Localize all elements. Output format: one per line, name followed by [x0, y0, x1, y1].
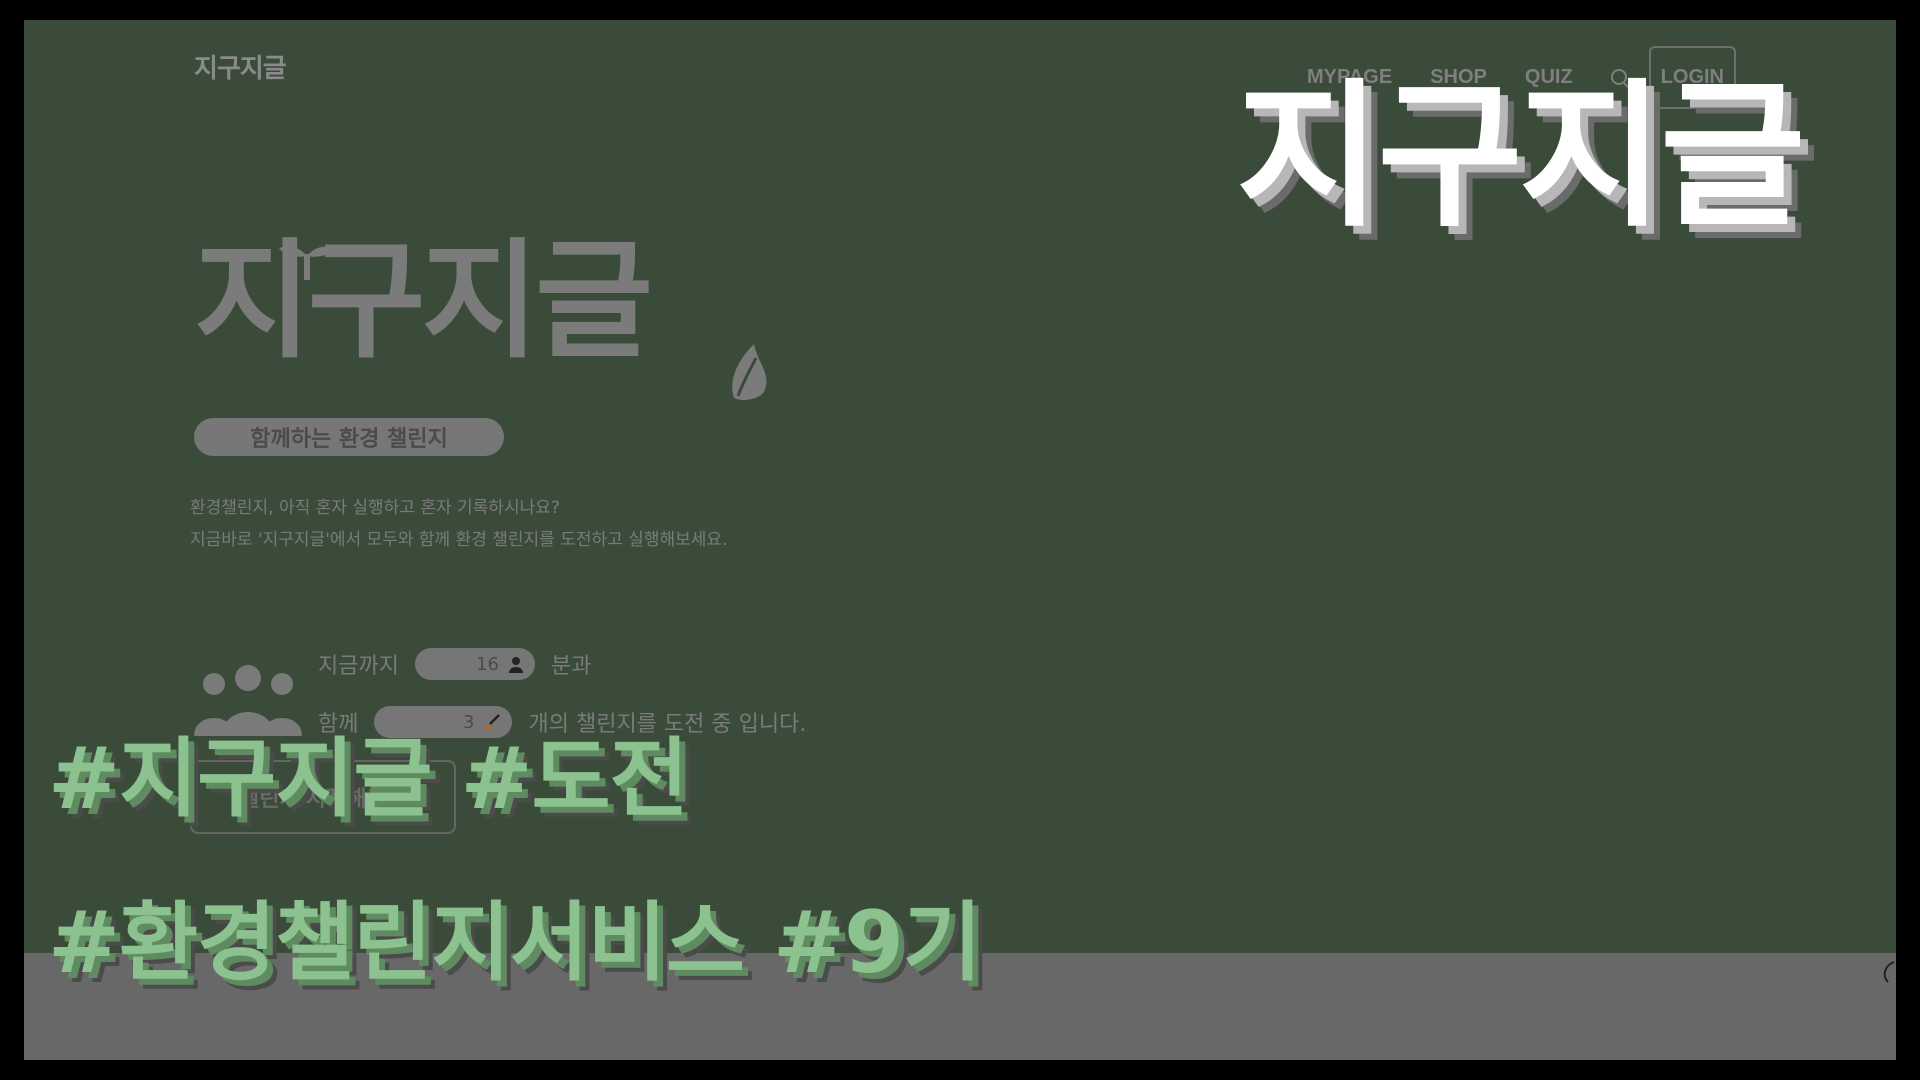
participant-count-pill: 16: [414, 648, 535, 680]
people-icon: [194, 665, 302, 736]
stat-suffix: 분과: [550, 654, 592, 679]
hero-title: 지구지글: [194, 227, 653, 376]
hero-subtitle: 함께하는 환경 챌린지: [194, 418, 504, 456]
description-line-1: 환경챌린지, 아직 혼자 실행하고 혼자 기록하시나요?: [190, 498, 560, 518]
participant-count: 16: [476, 653, 499, 675]
hashtag-line-2: #환경챌린지서비스 #9기: [48, 893, 982, 993]
leaf-icon: [732, 344, 767, 400]
stat-row-participants: 지금까지 16 분과: [318, 648, 591, 680]
nav-logo[interactable]: 지구지글: [194, 48, 287, 85]
description-line-2: 지금바로 '지구지글'에서 모두와 함께 환경 챌린지를 도전하고 실행해보세요…: [190, 530, 728, 550]
overlay-title: 지구지글: [1236, 65, 1805, 249]
stat-prefix: 지금까지: [318, 654, 399, 679]
dimmed-webpage: 지구지글 MYPAGE SHOP QUIZ LOGIN 지구지글 함께하는 환경…: [24, 20, 1896, 1060]
corner-leaf-icon: [1883, 961, 1895, 983]
person-icon: [508, 657, 523, 673]
hashtag-line-1: #지구지글 #도전: [48, 729, 689, 829]
hero-description: 환경챌린지, 아직 혼자 실행하고 혼자 기록하시나요? 지금바로 '지구지글'…: [190, 492, 727, 556]
